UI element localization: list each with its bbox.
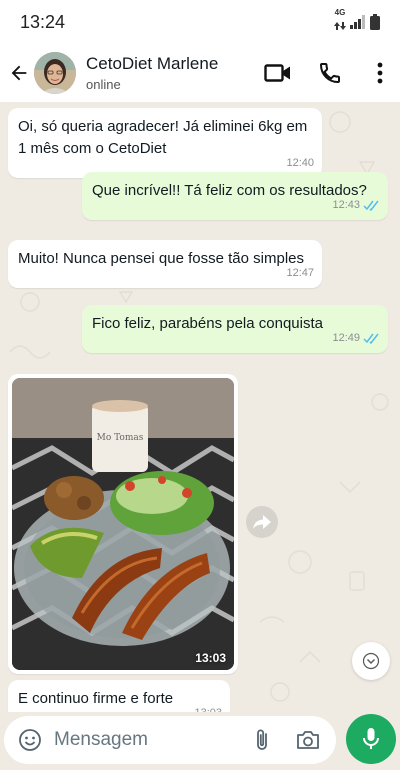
emoji-button[interactable]: [10, 720, 50, 760]
chat-area[interactable]: Oi, só queria agradecer! Já eliminei 6kg…: [0, 102, 400, 712]
contact-info[interactable]: CetoDiet Marlene online: [86, 54, 258, 92]
emoji-icon: [19, 729, 41, 751]
status-bar: 13:24 4G: [0, 0, 400, 44]
network-label: 4G: [334, 8, 346, 17]
message-incoming[interactable]: Oi, só queria agradecer! Já eliminei 6kg…: [8, 108, 322, 178]
scroll-to-bottom-button[interactable]: [352, 642, 390, 680]
message-outgoing[interactable]: Fico feliz, parabéns pela conquista 12:4…: [82, 305, 388, 353]
camera-icon: [297, 731, 319, 749]
more-options-icon: [377, 62, 383, 84]
message-text: Fico feliz, parabéns pela conquista: [92, 315, 323, 332]
back-button[interactable]: [4, 58, 34, 88]
read-ticks-icon: [363, 200, 379, 211]
signal-icon: [350, 15, 365, 29]
message-incoming[interactable]: Muito! Nunca pensei que fosse tão simple…: [8, 240, 322, 288]
cup-text: Mo Tomas: [97, 433, 144, 443]
message-time: 12:49: [332, 332, 360, 344]
status-time: 13:24: [20, 11, 66, 32]
voice-call-button[interactable]: [310, 53, 350, 93]
message-image[interactable]: Mo Tomas 13:03: [8, 374, 238, 674]
message-incoming[interactable]: E continuo firme e forte 13:03: [8, 680, 230, 712]
message-time: 12:43: [332, 199, 360, 211]
network-indicator: 4G: [334, 9, 346, 35]
message-text: Que incrível!! Tá feliz com os resultado…: [92, 182, 367, 199]
back-arrow-icon: [11, 65, 27, 81]
food-plate-image: Mo Tomas: [12, 378, 234, 670]
avatar[interactable]: [34, 52, 76, 94]
message-text: Oi, só queria agradecer! Já eliminei 6kg…: [18, 118, 308, 157]
message-text: E continuo firme e forte: [18, 690, 174, 707]
food-photo[interactable]: Mo Tomas 13:03: [12, 378, 234, 670]
attach-button[interactable]: [242, 720, 282, 760]
message-meta: 13:03: [194, 702, 222, 712]
message-meta: 12:49: [332, 327, 380, 349]
message-input[interactable]: [54, 729, 234, 751]
message-time: 13:03: [195, 651, 226, 665]
message-time: 12:47: [286, 267, 314, 279]
video-call-icon: [264, 64, 290, 82]
mic-button[interactable]: [346, 714, 396, 764]
phone-icon: [319, 63, 340, 84]
chat-header: CetoDiet Marlene online: [0, 44, 400, 102]
video-call-button[interactable]: [258, 53, 298, 93]
camera-button[interactable]: [288, 720, 328, 760]
message-text: Muito! Nunca pensei que fosse tão simple…: [18, 250, 304, 267]
battery-icon: [370, 14, 380, 30]
status-icons: 4G: [334, 9, 380, 35]
more-options-button[interactable]: [360, 53, 400, 93]
scroll-down-icon: [362, 652, 380, 670]
avatar-photo: [34, 52, 76, 94]
attach-icon: [257, 729, 267, 750]
forward-icon: [253, 515, 271, 529]
data-arrows-icon: [334, 22, 346, 30]
read-ticks-icon: [363, 333, 379, 344]
input-bar: [0, 712, 400, 770]
contact-name: CetoDiet Marlene: [86, 54, 219, 73]
message-meta: 12:40: [286, 152, 314, 174]
message-time: 12:40: [286, 157, 314, 169]
message-composer: [4, 716, 336, 764]
message-meta: 12:43: [332, 194, 380, 216]
contact-status: online: [86, 77, 121, 92]
message-meta: 12:47: [286, 262, 314, 284]
forward-button[interactable]: [246, 506, 278, 538]
mic-icon: [363, 728, 379, 749]
message-outgoing[interactable]: Que incrível!! Tá feliz com os resultado…: [82, 172, 388, 220]
message-time: 13:03: [194, 702, 222, 712]
